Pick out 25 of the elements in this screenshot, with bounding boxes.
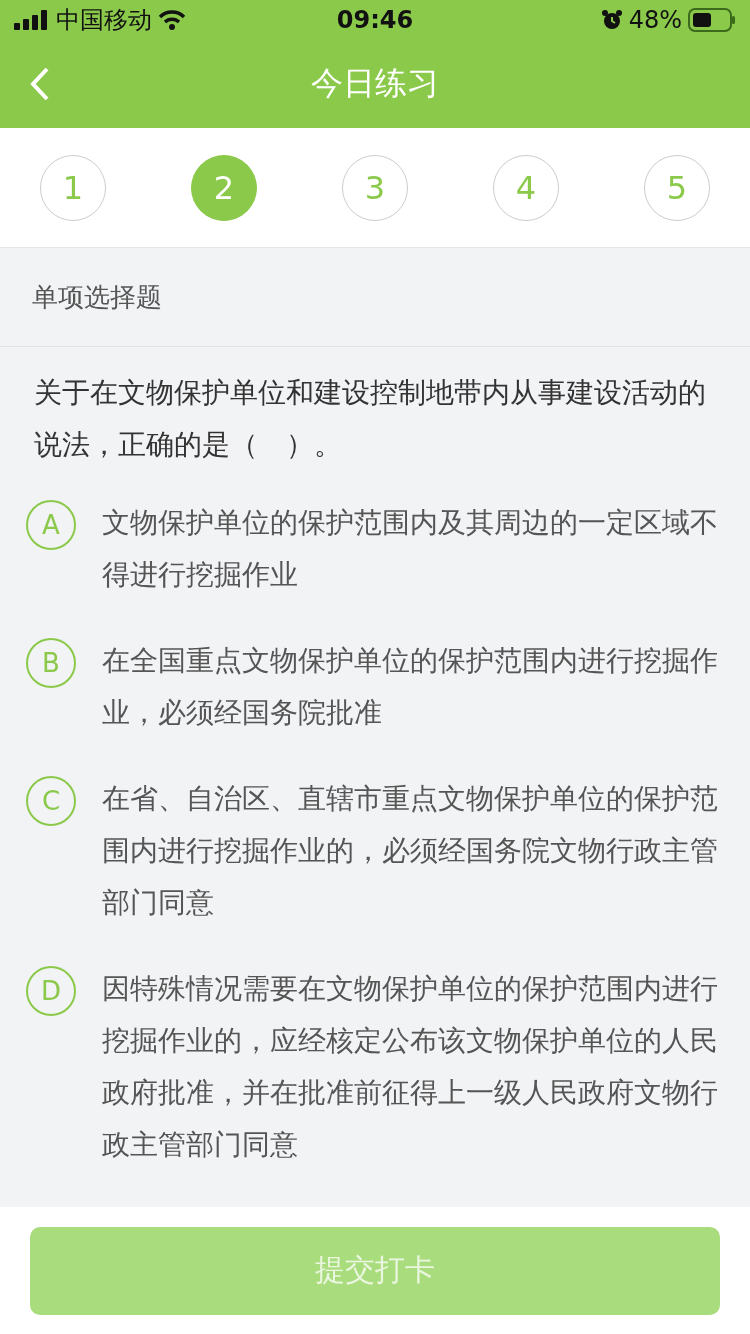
question-number-tab[interactable]: 5 — [644, 154, 710, 221]
question-number-tab[interactable]: 4 — [493, 154, 559, 221]
alarm-clock-icon — [600, 9, 623, 31]
signal-icon — [14, 10, 50, 30]
carrier-name: 中国移动 — [56, 5, 152, 36]
page-title: 今日练习 — [310, 63, 440, 104]
question-number-tab[interactable]: 2 — [191, 154, 257, 221]
option-letter[interactable]: C — [26, 776, 76, 826]
question-text: 关于在文物保护单位和建设控制地带内从事建设活动的说法，正确的是（ ）。 — [34, 375, 707, 463]
battery-icon — [688, 8, 736, 32]
option-text[interactable]: 文物保护单位的保护范围内及其周边的一定区域不得进行挖掘作业 — [102, 497, 724, 601]
wifi-icon — [158, 9, 186, 31]
question-number-tab[interactable]: 3 — [342, 154, 408, 221]
status-time: 09:46 — [335, 6, 415, 34]
chevron-left-icon — [30, 67, 50, 101]
back-button[interactable] — [30, 67, 50, 101]
question-type-label: 单项选择题 — [32, 280, 162, 314]
option-letter[interactable]: B — [26, 638, 76, 688]
option-text[interactable]: 在全国重点文物保护单位的保护范围内进行挖掘作业，必须经国务院批准 — [102, 635, 724, 739]
question-number-tab[interactable]: 1 — [40, 154, 106, 221]
option-text[interactable]: 因特殊情况需要在文物保护单位的保护范围内进行挖掘作业的，应经核定公布该文物保护单位的人民政府批准，并在批准前征得上一级人民政府文物行政主管部门同意 — [102, 963, 724, 1171]
option-text[interactable]: 在省、自治区、直辖市重点文物保护单位的保护范围内进行挖掘作业的，必须经国务院文物行政主管部门同意 — [102, 773, 724, 929]
battery-percent: 48% — [628, 6, 682, 34]
option-letter[interactable]: D — [26, 966, 76, 1016]
option-letter[interactable]: A — [26, 500, 76, 550]
